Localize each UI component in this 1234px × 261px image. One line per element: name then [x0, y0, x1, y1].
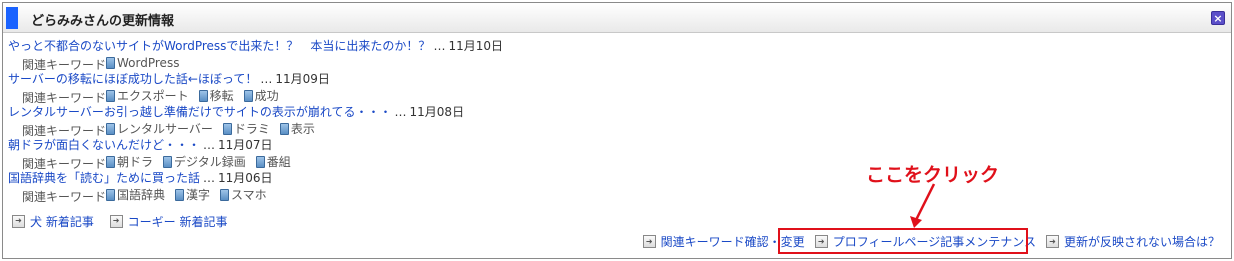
entry-date: 11月09日	[275, 72, 330, 86]
entry-title-link[interactable]: サーバーの移転にほぼ成功した話←ほぼって！	[8, 72, 257, 86]
keyword-icon	[198, 90, 208, 102]
keyword-text: 移転	[209, 89, 234, 103]
keyword-text: レンタルサーバー	[117, 122, 213, 136]
keyword-tag[interactable]: 表示	[279, 121, 315, 137]
entry-title-link[interactable]: 国語辞典を「読む」ために買った話	[8, 171, 200, 185]
arrow-right-icon: ➜	[1045, 235, 1059, 248]
list-item: 国語辞典を「読む」ために買った話… 11月06日 関連キーワード 国語辞典 漢字 スマホ	[8, 170, 1218, 204]
entry-list: やっと不都合のないサイトがWordPressで出来た！？ 本当に出来たのか！？……	[8, 38, 1218, 204]
keyword-text: 漢字	[186, 188, 211, 202]
keyword-label: 関連キーワード	[22, 58, 107, 72]
entry-title-link[interactable]: レンタルサーバーお引っ越し準備だけでサイトの表示が崩れてる・・・	[8, 105, 392, 119]
keyword-tag[interactable]: デジタル録画	[163, 154, 246, 170]
ellipsis: …	[203, 171, 216, 185]
keyword-icon	[222, 123, 232, 135]
keyword-tag[interactable]: レンタルサーバー	[106, 121, 213, 137]
keyword-tag[interactable]: 国語辞典	[106, 187, 165, 203]
keyword-tag[interactable]: エクスポート	[106, 88, 189, 104]
keyword-icon	[279, 123, 289, 135]
entry-date: 11月08日	[409, 105, 465, 119]
keyword-label: 関連キーワード	[22, 157, 107, 171]
keyword-icon	[106, 90, 116, 102]
keyword-tag[interactable]: 成功	[243, 88, 279, 104]
keyword-tag[interactable]: 移転	[198, 88, 234, 104]
keyword-text: WordPress	[117, 56, 180, 70]
close-icon[interactable]: ×	[1211, 11, 1225, 25]
list-item: サーバーの移転にほぼ成功した話←ほぼって！… 11月09日 関連キーワード エクスポ…	[8, 71, 1218, 105]
keyword-tag[interactable]: 朝ドラ	[106, 154, 153, 170]
list-item: レンタルサーバーお引っ越し準備だけでサイトの表示が崩れてる・・・… 11月08日 …	[8, 104, 1218, 138]
link-label: 更新が反映されない場合は？	[1063, 235, 1220, 249]
list-item: やっと不都合のないサイトがWordPressで出来た！？ 本当に出来たのか！？……	[8, 38, 1218, 72]
keyword-text: 国語辞典	[117, 188, 166, 202]
category-links: ➜ 犬 新着記事 ➜ コーギー 新着記事	[12, 212, 239, 230]
entry-date: 11月07日	[218, 138, 273, 152]
ellipsis: …	[394, 105, 407, 119]
keyword-icon	[106, 156, 116, 168]
arrow-right-icon: ➜	[642, 235, 656, 248]
keyword-icon	[220, 189, 230, 201]
entry-title-link[interactable]: 朝ドラが面白くないんだけど・・・	[8, 138, 200, 152]
dog-new-articles-link[interactable]: ➜ 犬 新着記事	[12, 213, 94, 230]
keyword-text: 朝ドラ	[117, 155, 154, 169]
keyword-label: 関連キーワード	[22, 190, 107, 204]
ellipsis: …	[260, 72, 273, 86]
entry-title-link[interactable]: やっと不都合のないサイトがWordPressで出来た！？ 本当に出来たのか！？	[8, 39, 430, 53]
link-label: コーギー 新着記事	[127, 214, 228, 229]
keyword-icon	[163, 156, 173, 168]
arrow-right-icon: ➜	[109, 214, 123, 228]
arrow-right-icon: ➜	[12, 214, 25, 228]
keyword-text: 表示	[290, 122, 315, 136]
list-item: 朝ドラが面白くないんだけど・・・… 11月07日 関連キーワード 朝ドラ デジタル録画…	[8, 137, 1218, 171]
ellipsis: …	[203, 138, 216, 152]
keyword-label: 関連キーワード	[22, 124, 107, 138]
keyword-icon	[175, 189, 185, 201]
keyword-text: 番組	[266, 155, 291, 169]
keyword-text: エクスポート	[117, 89, 189, 103]
highlight-box	[778, 228, 1028, 254]
not-reflected-help-link[interactable]: ➜ 更新が反映されない場合は？	[1045, 233, 1220, 250]
keyword-icon	[106, 189, 116, 201]
keyword-tag[interactable]: ドラミ	[222, 121, 270, 137]
ellipsis: …	[433, 39, 446, 53]
keyword-tag[interactable]: 番組	[255, 154, 291, 170]
keyword-icon	[243, 90, 253, 102]
widget-title: どらみみさんの更新情報	[31, 14, 175, 29]
keyword-text: 成功	[254, 89, 279, 103]
keyword-icon	[106, 123, 116, 135]
entry-date: 11月10日	[448, 39, 503, 53]
keyword-text: スマホ	[231, 188, 267, 202]
corgi-new-articles-link[interactable]: ➜ コーギー 新着記事	[109, 213, 228, 230]
keyword-icon	[106, 57, 116, 69]
entry-date: 11月06日	[218, 171, 273, 185]
keyword-tag[interactable]: WordPress	[106, 55, 179, 71]
header-accent	[6, 7, 18, 29]
widget-header: どらみみさんの更新情報 ×	[3, 3, 1231, 33]
keyword-icon	[255, 156, 265, 168]
keyword-label: 関連キーワード	[22, 91, 107, 105]
keyword-text: ドラミ	[233, 122, 270, 136]
keyword-tag[interactable]: 漢字	[175, 187, 210, 203]
keyword-text: デジタル録画	[174, 155, 246, 169]
keyword-tag[interactable]: スマホ	[220, 187, 267, 203]
link-label: 犬 新着記事	[30, 214, 94, 229]
annotation-arrow	[910, 183, 936, 228]
